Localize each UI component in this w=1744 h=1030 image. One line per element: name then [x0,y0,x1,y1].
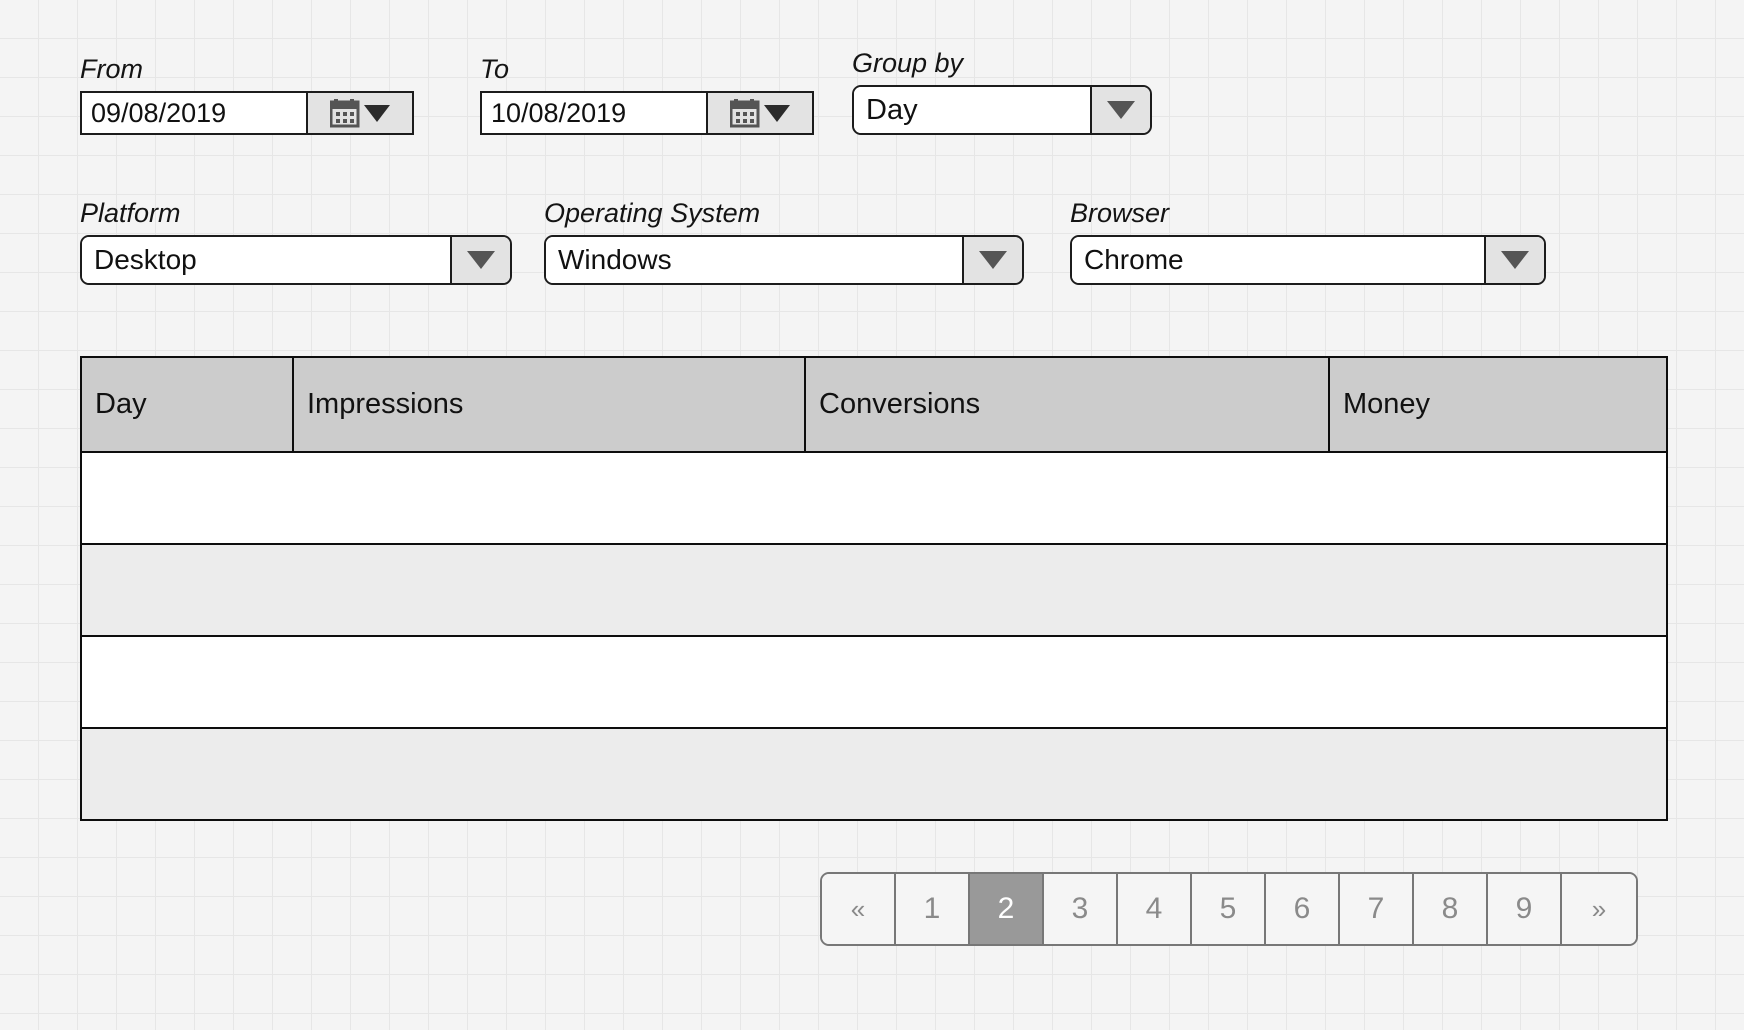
cell-day [80,451,293,545]
platform-dropdown-button[interactable] [450,237,510,283]
cell-impressions [293,543,805,637]
filter-row-segments: Platform Desktop Operating System Window… [80,198,1546,285]
calendar-icon [730,99,760,128]
pagination-page-9[interactable]: 9 [1488,874,1562,944]
pagination-page-8[interactable]: 8 [1414,874,1488,944]
from-datepicker[interactable] [80,91,414,135]
chevron-down-icon [979,251,1007,269]
browser-label: Browser [1070,198,1170,228]
pagination-page-1[interactable]: 1 [896,874,970,944]
chevron-down-icon [467,251,495,269]
report-table: Day Impressions Conversions Money [80,356,1668,821]
table-row[interactable] [80,451,1668,545]
to-label: To [480,54,510,84]
column-header-day[interactable]: Day [80,356,294,453]
platform-select[interactable]: Desktop [80,235,512,285]
cell-impressions [293,635,805,729]
report-table-container: Day Impressions Conversions Money [80,356,1668,821]
column-header-money[interactable]: Money [1328,356,1668,453]
group-by-dropdown-button[interactable] [1090,87,1150,133]
pagination-page-6[interactable]: 6 [1266,874,1340,944]
cell-conversions [805,543,1329,637]
from-calendar-button[interactable] [308,91,414,135]
app-root: From 09/08/2019 To 10/08/2019 Group by D… [0,0,1744,1030]
pagination-page-4[interactable]: 4 [1118,874,1192,944]
cell-day [80,635,293,729]
column-header-conversions[interactable]: Conversions [804,356,1330,453]
platform-field: Platform Desktop [80,198,512,285]
operating-system-dropdown-button[interactable] [962,237,1022,283]
browser-value: Chrome [1072,237,1484,283]
to-calendar-button[interactable] [708,91,814,135]
filter-row-dates: From 09/08/2019 To 10/08/2019 Group by D… [80,48,1152,135]
operating-system-select[interactable]: Windows [544,235,1024,285]
to-date-field: To [480,54,814,135]
pagination-page-5[interactable]: 5 [1192,874,1266,944]
group-by-label: Group by [852,48,964,78]
chevron-down-icon [1107,101,1135,119]
cell-impressions [293,727,805,821]
group-by-field: Group by Day [852,48,1152,135]
to-datepicker[interactable] [480,91,814,135]
group-by-select[interactable]: Day [852,85,1152,135]
from-label: From [80,54,143,84]
cell-day [80,727,293,821]
pagination-page-7[interactable]: 7 [1340,874,1414,944]
cell-impressions [293,451,805,545]
group-by-value: Day [854,87,1090,133]
cell-money [1329,635,1668,729]
chevron-down-icon [764,104,790,122]
table-header-row: Day Impressions Conversions Money [80,356,1668,453]
pagination-prev-button[interactable]: « [822,874,896,944]
from-date-input[interactable] [80,91,308,135]
table-row[interactable] [80,543,1668,637]
pagination-page-3[interactable]: 3 [1044,874,1118,944]
from-date-field: From [80,54,414,135]
browser-dropdown-button[interactable] [1484,237,1544,283]
calendar-icon [330,99,360,128]
pagination: « 1 2 3 4 5 6 7 8 9 » [820,872,1638,946]
operating-system-field: Operating System Windows [544,198,1024,285]
table-head: Day Impressions Conversions Money [80,356,1668,453]
cell-conversions [805,451,1329,545]
cell-conversions [805,727,1329,821]
column-header-impressions[interactable]: Impressions [292,356,806,453]
operating-system-value: Windows [546,237,962,283]
table-row[interactable] [80,727,1668,821]
chevron-down-icon [364,104,390,122]
cell-money [1329,543,1668,637]
pagination-next-button[interactable]: » [1562,874,1636,944]
cell-day [80,543,293,637]
cell-money [1329,451,1668,545]
table-body [80,451,1668,821]
table-row[interactable] [80,635,1668,729]
cell-money [1329,727,1668,821]
chevron-down-icon [1501,251,1529,269]
browser-select[interactable]: Chrome [1070,235,1546,285]
to-date-input[interactable] [480,91,708,135]
platform-value: Desktop [82,237,450,283]
platform-label: Platform [80,198,181,228]
pagination-page-2[interactable]: 2 [970,874,1044,944]
cell-conversions [805,635,1329,729]
operating-system-label: Operating System [544,198,761,228]
browser-field: Browser Chrome [1070,198,1546,285]
